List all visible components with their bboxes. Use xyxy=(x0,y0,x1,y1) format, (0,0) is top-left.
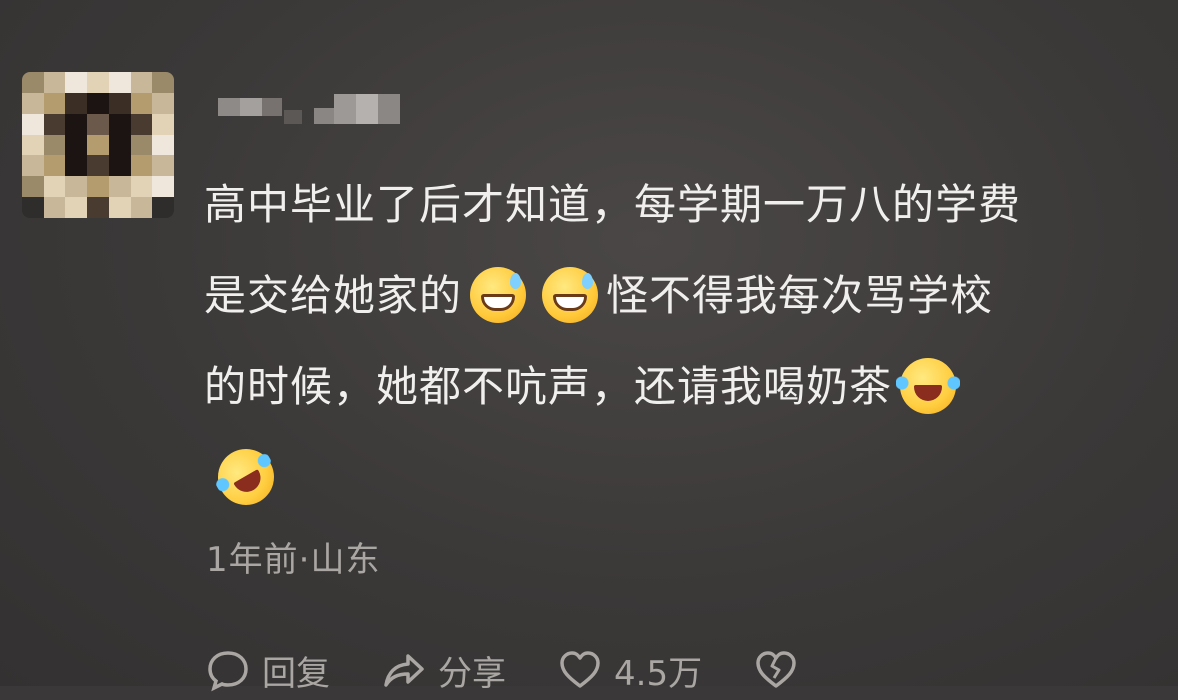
comment-text: 的时候，她都不吭声，还请我喝奶茶 xyxy=(204,362,893,411)
reply-label: 回复 xyxy=(262,653,330,694)
share-label: 分享 xyxy=(438,653,506,694)
like-count: 4.5万 xyxy=(614,653,703,694)
grin-sweat-emoji xyxy=(542,266,599,323)
like-button[interactable]: 4.5万 xyxy=(558,646,702,695)
rolling-laugh-emoji xyxy=(207,438,285,515)
comment-content: 高中毕业了后才知道，每学期一万八的学费 是交给她家的 怪不得我每次骂学校 的时候，… xyxy=(204,180,1164,523)
comment-text: 高中毕业了后才知道，每学期一万八的学费 xyxy=(204,180,1022,229)
comment-line xyxy=(204,432,1164,523)
action-bar: 回复 分享 4.5万 xyxy=(206,640,862,700)
comment-line: 的时候，她都不吭声，还请我喝奶茶 xyxy=(204,341,1164,432)
laugh-cry-emoji xyxy=(896,357,961,414)
username-blurred[interactable] xyxy=(218,88,408,128)
dislike-button[interactable] xyxy=(754,648,810,692)
share-button[interactable]: 分享 xyxy=(382,646,506,695)
share-icon xyxy=(384,654,424,687)
reply-icon xyxy=(208,651,248,692)
comment-meta: 1年前·山东 xyxy=(206,540,381,580)
broken-heart-icon xyxy=(756,651,796,688)
reply-button[interactable]: 回复 xyxy=(206,646,330,695)
heart-icon xyxy=(560,651,600,688)
avatar[interactable] xyxy=(22,72,174,218)
comment-line: 是交给她家的 怪不得我每次骂学校 xyxy=(204,250,1164,341)
comment-text: 是交给她家的 xyxy=(204,271,463,320)
comment-text: 怪不得我每次骂学校 xyxy=(606,271,994,320)
comment-line: 高中毕业了后才知道，每学期一万八的学费 xyxy=(204,159,1164,250)
grin-sweat-emoji xyxy=(470,266,527,323)
